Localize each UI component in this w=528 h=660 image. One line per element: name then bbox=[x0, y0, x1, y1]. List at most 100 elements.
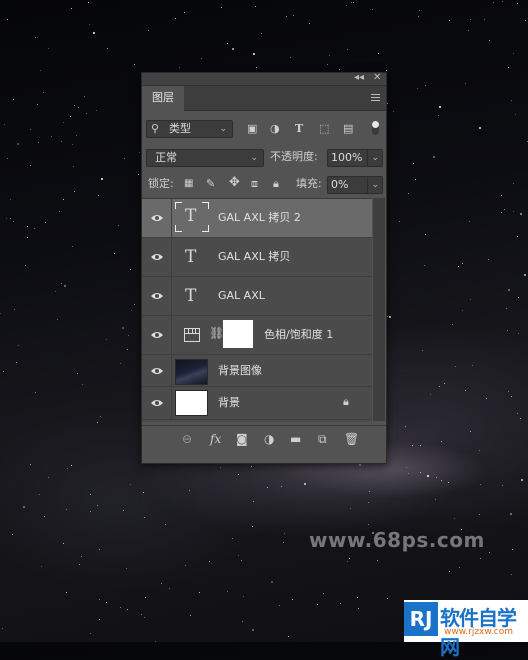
star bbox=[513, 183, 515, 185]
new-layer-icon[interactable]: ⧉ bbox=[318, 432, 327, 446]
star bbox=[387, 598, 389, 600]
fx-icon[interactable]: fx bbox=[210, 432, 221, 446]
new-adjustment-icon[interactable]: ◑ bbox=[264, 432, 274, 446]
star bbox=[10, 218, 12, 220]
star bbox=[271, 580, 274, 583]
lock-image-icon[interactable]: ✎ bbox=[206, 177, 215, 191]
row-divider bbox=[171, 387, 172, 419]
layers-scrollbar[interactable] bbox=[373, 198, 385, 421]
star bbox=[242, 620, 244, 622]
type-layer-icon: T bbox=[185, 247, 197, 267]
search-icon: ⚲ bbox=[151, 122, 160, 135]
layer-row[interactable]: 背景图像 bbox=[142, 355, 372, 387]
star bbox=[209, 561, 211, 563]
star bbox=[2, 370, 4, 372]
layer-row[interactable]: 背景 🔒︎ bbox=[142, 387, 372, 420]
chevron-down-icon[interactable]: ⌄ bbox=[367, 150, 379, 166]
add-mask-icon[interactable]: ◙ bbox=[236, 432, 248, 446]
lock-position-icon[interactable]: ✥ bbox=[229, 176, 240, 190]
background-layer-thumbnail bbox=[175, 390, 208, 416]
star bbox=[322, 592, 324, 594]
blend-mode-select[interactable]: 正常 ⌄ bbox=[146, 149, 264, 167]
lock-transparent-icon[interactable]: ▦ bbox=[184, 177, 193, 191]
fill-field[interactable]: 0% ⌄ bbox=[327, 176, 383, 194]
star bbox=[478, 450, 480, 452]
star bbox=[351, 1, 353, 3]
star bbox=[220, 7, 222, 9]
star bbox=[338, 68, 340, 70]
visibility-eye-icon[interactable] bbox=[150, 291, 164, 301]
star bbox=[507, 391, 509, 393]
new-group-icon[interactable]: ▬ bbox=[290, 432, 301, 446]
star bbox=[501, 485, 503, 487]
star bbox=[89, 24, 91, 25]
star bbox=[478, 514, 480, 516]
layers-panel: ◂◂ ✕ 图层 ⚲ 类型 ⌄ ▣ ◑ T ⬚ ▤ 正常 ⌄ 不透明度: 100%… bbox=[141, 72, 387, 464]
star bbox=[100, 178, 103, 181]
visibility-eye-icon[interactable] bbox=[150, 213, 164, 223]
type-filter-icon[interactable]: T bbox=[295, 122, 303, 136]
lock-all-icon[interactable]: 🔒︎ bbox=[273, 177, 279, 191]
layer-row[interactable]: T GAL AXL bbox=[142, 277, 372, 316]
star bbox=[521, 479, 524, 482]
star bbox=[278, 605, 280, 607]
visibility-eye-icon[interactable] bbox=[150, 398, 164, 408]
row-divider bbox=[171, 277, 172, 315]
star bbox=[161, 582, 163, 584]
star bbox=[520, 418, 522, 420]
star bbox=[420, 444, 422, 446]
collapse-panel-button[interactable]: ◂◂ bbox=[354, 71, 364, 85]
tab-layers[interactable]: 图层 bbox=[142, 86, 184, 111]
star bbox=[43, 92, 45, 94]
star bbox=[126, 609, 128, 611]
visibility-eye-icon[interactable] bbox=[150, 252, 164, 262]
mask-link-icon[interactable]: ⛓︎ bbox=[209, 326, 224, 340]
layer-mask-thumbnail[interactable] bbox=[223, 320, 253, 348]
layer-name: GAL AXL 拷贝 bbox=[218, 250, 291, 263]
lock-artboard-icon[interactable]: ⧈ bbox=[251, 177, 258, 191]
star bbox=[95, 109, 97, 111]
star bbox=[117, 224, 119, 226]
star bbox=[252, 53, 255, 56]
adjustment-filter-icon[interactable]: ◑ bbox=[270, 122, 280, 136]
star bbox=[353, 1, 355, 3]
layer-row[interactable]: T GAL AXL 拷贝 bbox=[142, 238, 372, 277]
star bbox=[183, 11, 185, 13]
image-layer-thumbnail bbox=[175, 359, 208, 385]
star bbox=[418, 10, 420, 12]
star bbox=[367, 502, 369, 504]
star bbox=[15, 361, 17, 363]
star bbox=[226, 591, 228, 593]
star bbox=[438, 114, 440, 116]
site-logo: RJ 软件自学网 www.rjzxw.com bbox=[404, 600, 528, 659]
visibility-eye-icon[interactable] bbox=[150, 366, 164, 376]
smart-object-filter-icon[interactable]: ▤ bbox=[343, 122, 353, 136]
visibility-eye-icon[interactable] bbox=[150, 330, 164, 340]
star bbox=[420, 472, 422, 474]
layer-lock-icon[interactable]: 🔒︎ bbox=[343, 395, 349, 409]
chevron-down-icon[interactable]: ⌄ bbox=[367, 177, 379, 193]
star bbox=[89, 511, 91, 513]
star bbox=[427, 474, 430, 477]
close-panel-button[interactable]: ✕ bbox=[373, 71, 381, 85]
layer-row[interactable]: ⛓︎ 色相/饱和度 1 bbox=[142, 316, 372, 355]
image-filter-icon[interactable]: ▣ bbox=[247, 122, 257, 136]
lock-row: 锁定: ▦ ✎ ✥ ⧈ 🔒︎ 填充: 0% ⌄ bbox=[142, 173, 386, 195]
filter-kind-select[interactable]: ⚲ 类型 ⌄ bbox=[146, 120, 233, 138]
panel-tab-row: 图层 bbox=[142, 86, 386, 111]
star bbox=[393, 110, 394, 112]
star bbox=[122, 327, 125, 330]
layer-row[interactable]: T GAL AXL 拷贝 2 bbox=[142, 199, 372, 238]
shape-filter-icon[interactable]: ⬚ bbox=[319, 122, 329, 136]
star bbox=[449, 570, 451, 572]
star bbox=[417, 87, 419, 89]
filter-toggle[interactable] bbox=[372, 121, 379, 135]
star bbox=[455, 365, 457, 367]
panel-title-bar[interactable]: ◂◂ ✕ bbox=[142, 71, 386, 86]
star bbox=[84, 96, 86, 98]
delete-layer-icon[interactable]: 🗑︎ bbox=[344, 432, 359, 446]
panel-menu-icon[interactable] bbox=[371, 94, 380, 103]
opacity-field[interactable]: 100% ⌄ bbox=[327, 149, 383, 167]
star bbox=[7, 157, 9, 159]
link-layers-icon[interactable]: ⊖ bbox=[182, 432, 192, 446]
